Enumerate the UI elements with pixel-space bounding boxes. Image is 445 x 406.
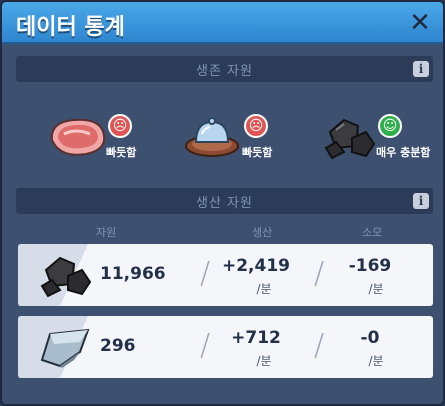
sad-face-icon: ☹ — [108, 114, 132, 138]
consume-value: -169 — [348, 256, 392, 276]
production-section-label: 생산 자원 — [196, 196, 253, 211]
produce-value: +2,419 — [221, 256, 291, 276]
meal-status: 빠듯함 — [242, 146, 273, 159]
table-row: 11,966 / +2,419 /분 / -169 /분 — [18, 244, 433, 306]
coal-icon — [40, 256, 92, 298]
close-button[interactable]: ✕ — [405, 8, 435, 38]
divider: / — [314, 256, 325, 291]
sad-face-icon: ☹ — [244, 114, 268, 138]
produce-unit: /분 — [256, 354, 272, 368]
happy-face-icon: ☺ — [378, 114, 402, 138]
resource-amount: 11,966 — [100, 264, 166, 284]
production-section-header: 생산 자원 i — [16, 188, 433, 214]
meat-status: 빠듯함 — [106, 146, 137, 159]
survival-item-coal: ☺ 매우 충분함 — [322, 110, 443, 190]
column-header-consume: 소모 — [362, 226, 383, 239]
survival-section-header: 생존 자원 i — [16, 56, 433, 82]
info-icon: i — [418, 194, 424, 208]
consume-value: -0 — [360, 328, 380, 348]
coal-icon — [324, 118, 376, 160]
column-header-resource: 자원 — [96, 226, 117, 239]
column-header-produce: 생산 — [252, 226, 273, 239]
meal-icon — [185, 117, 239, 157]
survival-section-label: 생존 자원 — [196, 64, 253, 79]
survival-info-button[interactable]: i — [413, 61, 429, 77]
iron-icon — [40, 328, 90, 368]
consume-unit: /분 — [368, 354, 384, 368]
production-info-button[interactable]: i — [413, 193, 429, 209]
survival-item-meat: ☹ 빠듯함 — [46, 110, 186, 190]
data-statistics-panel: 데이터 통계 ✕ 생존 자원 i ☹ 빠듯함 ☹ 빠듯함 ☺ 매우 충분함 생산… — [0, 0, 445, 406]
divider: / — [200, 328, 211, 363]
resource-amount: 296 — [100, 336, 136, 356]
window-title: 데이터 통계 — [16, 15, 125, 40]
produce-value: +712 — [231, 328, 281, 348]
coal-status: 매우 충분함 — [376, 146, 431, 159]
table-row: 296 / +712 /분 / -0 /분 — [18, 316, 433, 378]
divider: / — [200, 256, 211, 291]
close-icon: ✕ — [409, 8, 431, 38]
survival-item-meal: ☹ 빠듯함 — [184, 110, 324, 190]
divider: / — [314, 328, 325, 363]
meat-icon — [50, 118, 106, 156]
produce-unit: /분 — [256, 282, 272, 296]
consume-unit: /분 — [368, 282, 384, 296]
info-icon: i — [418, 62, 424, 76]
title-bar: 데이터 통계 ✕ — [2, 2, 443, 44]
